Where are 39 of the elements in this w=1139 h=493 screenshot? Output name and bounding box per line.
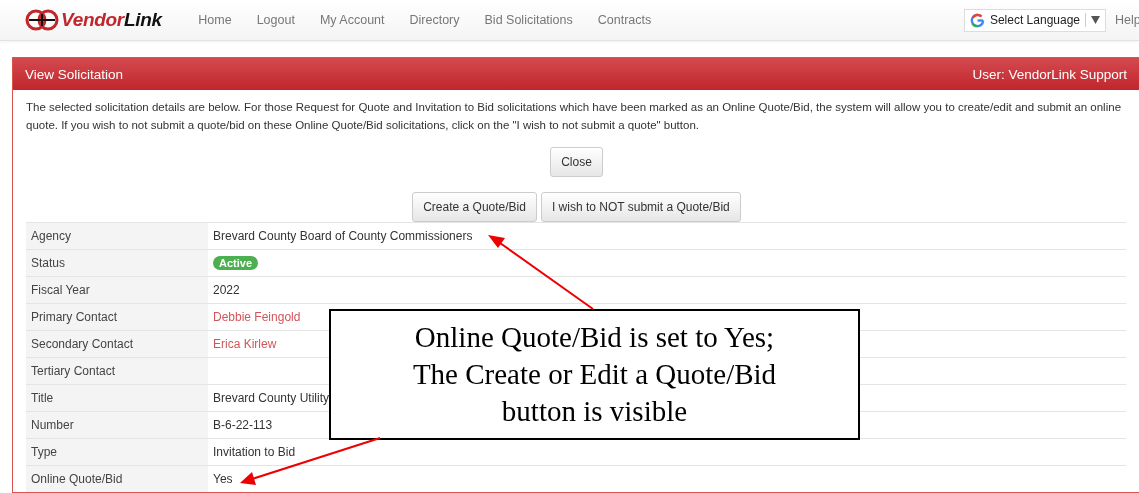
create-quote-button[interactable]: Create a Quote/Bid: [412, 192, 537, 222]
nav-link[interactable]: Logout: [244, 13, 308, 27]
field-value: B-6-22-113: [213, 418, 273, 432]
field-label: Online Quote/Bid: [26, 465, 208, 492]
callout-text: Online Quote/Bid is set to Yes;: [413, 320, 776, 355]
close-button[interactable]: Close: [550, 147, 603, 177]
status-badge: Active: [213, 256, 259, 270]
callout-text: The Create or Edit a Quote/Bid: [411, 357, 778, 392]
nav-link[interactable]: Contracts: [585, 13, 664, 27]
nav-link[interactable]: Bid Solicitations: [472, 13, 586, 27]
field-label: Agency: [26, 222, 208, 250]
user-label: User: VendorLink Support: [972, 66, 1127, 82]
field-label: Primary Contact: [26, 303, 208, 331]
contact-link[interactable]: Erica Kirlew: [213, 337, 277, 351]
contact-link[interactable]: Debbie Feingold: [213, 310, 301, 324]
callout-text: button is visible: [500, 394, 689, 429]
decline-quote-button[interactable]: I wish to NOT submit a Quote/Bid: [540, 192, 741, 222]
field-value: Brevard County Board of County Commissioners: [213, 229, 473, 243]
nav-link[interactable]: Directory: [397, 13, 473, 27]
field-label: Fiscal Year: [26, 276, 208, 304]
nav-link[interactable]: My Account: [307, 13, 397, 27]
field-value: Yes: [213, 472, 233, 486]
nav-link[interactable]: Home: [185, 13, 245, 27]
field-label: Type: [26, 438, 208, 466]
language-selector[interactable]: Select Language: [963, 8, 1106, 32]
field-label: Title: [26, 384, 208, 412]
google-icon: [969, 12, 985, 28]
panel-title: View Solicitation: [25, 66, 124, 82]
field-label: Tertiary Contact: [26, 357, 208, 385]
field-value: Invitation to Bid: [213, 445, 296, 459]
logo-icon: [25, 9, 59, 31]
dropdown-caret-icon: [1091, 16, 1100, 24]
field-label: Number: [26, 411, 208, 439]
field-label: Status: [26, 249, 208, 277]
field-label: Secondary Contact: [26, 330, 208, 358]
field-value: Brevard County Utility: [213, 391, 330, 405]
vendorlink-logo[interactable]: VendorLink: [25, 9, 162, 31]
intro-paragraph: The selected solicitation details are below. For those Request for Quote and Invitation to Bid solicitations which have been marked as an Online Quote/Bid, the system will allow you to create/edit and submit an online quote. If you wish to not submit a quote/bid on these Online Quote/Bid solicitations, click on the "I wish to not submit a quote" button.: [26, 100, 1123, 133]
field-value: 2022: [213, 283, 240, 297]
